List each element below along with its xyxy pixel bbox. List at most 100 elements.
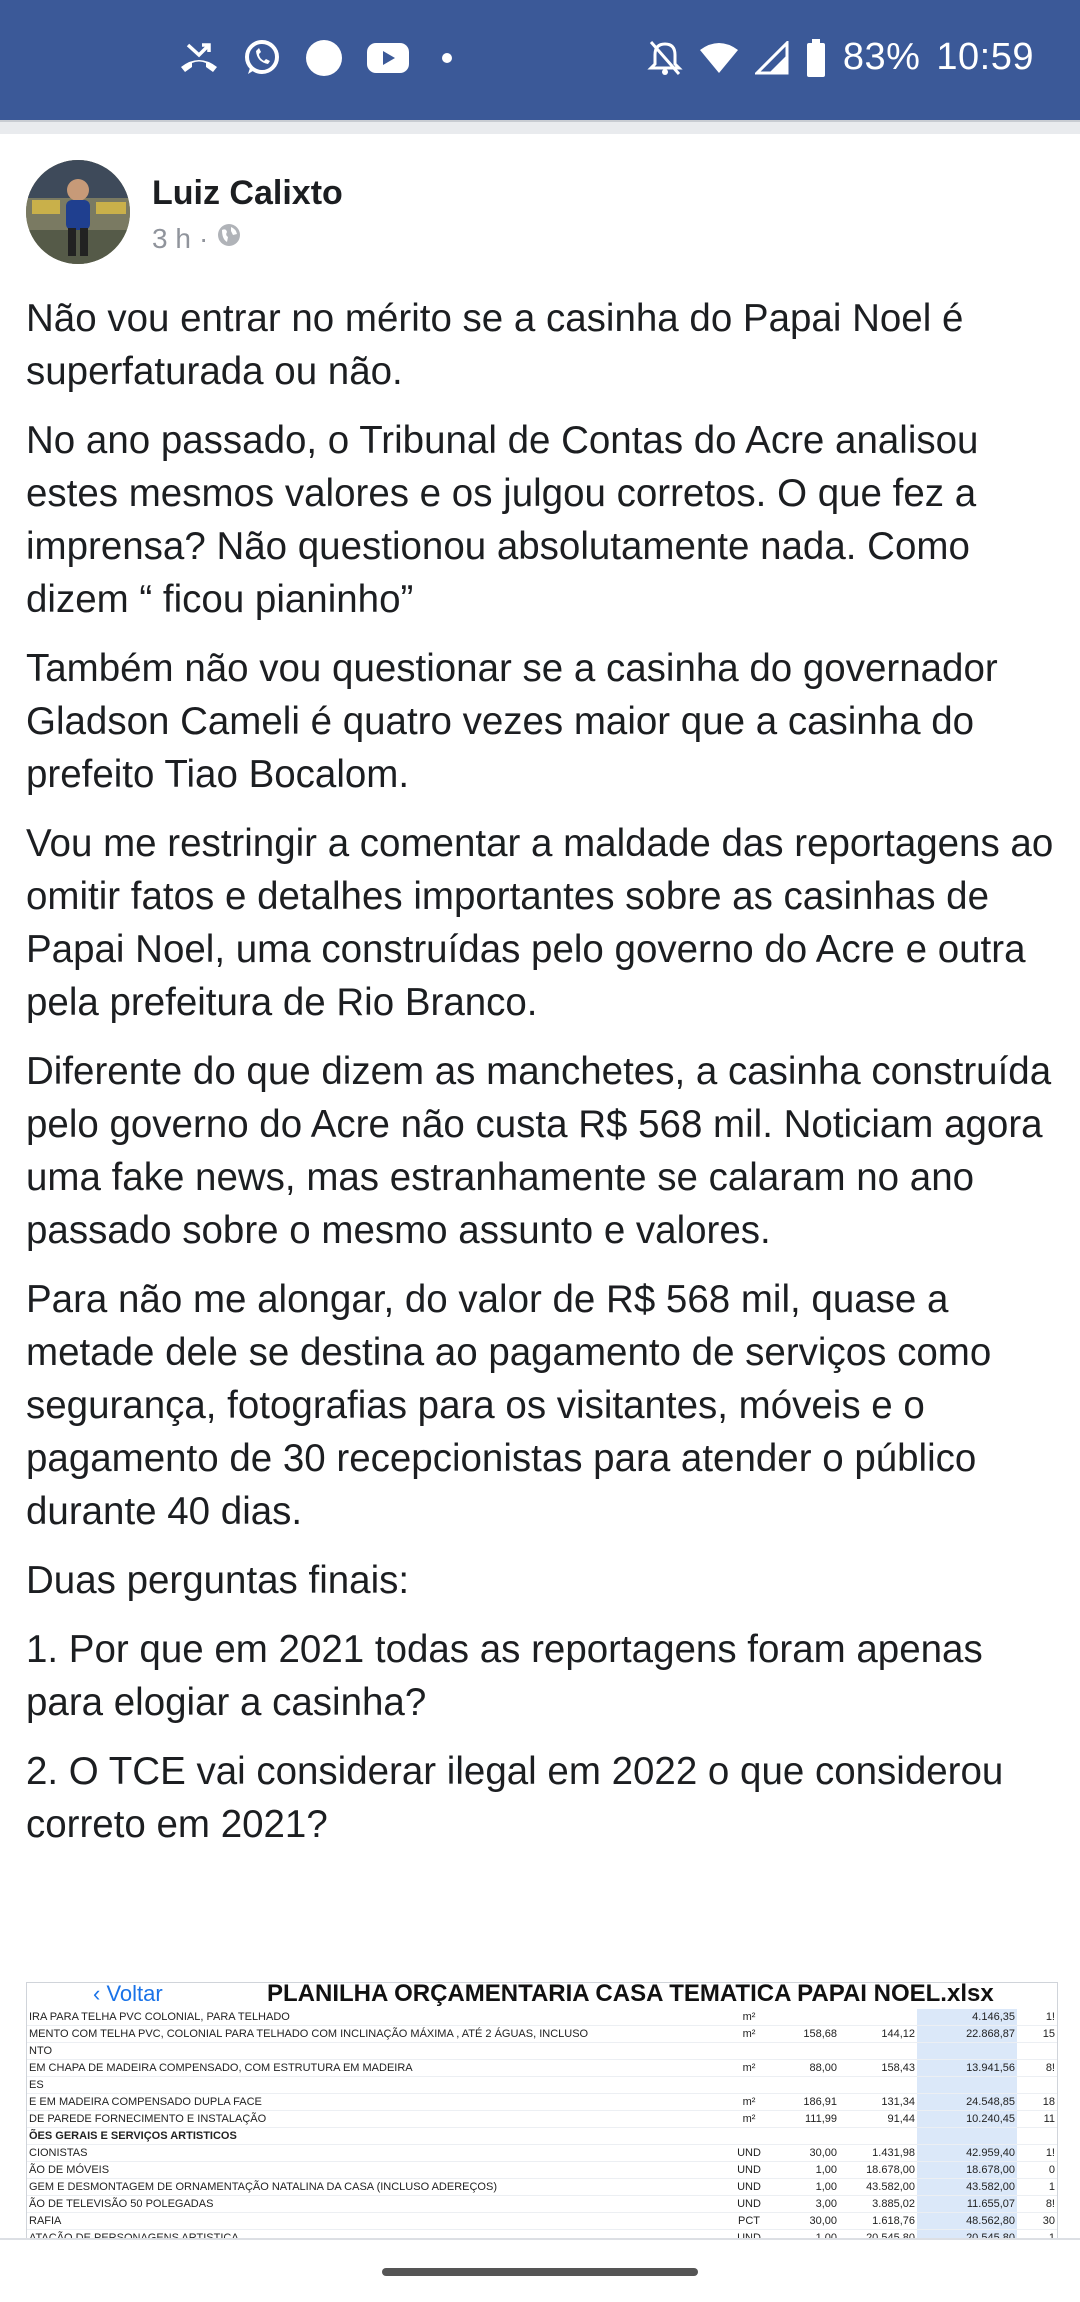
post-paragraph: Não vou entrar no mérito se a casinha do… <box>26 297 964 393</box>
cell-unit: UND <box>721 2195 777 2213</box>
cell-total <box>917 2042 1017 2060</box>
wifi-icon <box>699 41 739 75</box>
signal-icon <box>754 40 789 75</box>
spreadsheet-title: PLANILHA ORÇAMENTARIA CASA TEMATICA PAPA… <box>267 1982 994 2007</box>
spreadsheet-row: ÕES GERAIS E SERVIÇOS ARTISTICOS <box>27 2127 1057 2145</box>
cell-total: 43.582,00 <box>917 2178 1017 2196</box>
spreadsheet-row: ES <box>27 2076 1057 2094</box>
post-body: Não vou entrar no mérito se a casinha do… <box>26 292 1056 1867</box>
circle-icon <box>304 38 344 78</box>
spreadsheet-row: E EM MADEIRA COMPENSADO DUPLA FACE m² 186,… <box>27 2093 1057 2111</box>
post-paragraph: 1. Por que em 2021 todas as reportagens … <box>26 1628 983 1724</box>
spreadsheet-row: EM CHAPA DE MADEIRA COMPENSADO, COM ESTR… <box>27 2059 1057 2077</box>
feed-divider <box>0 120 1080 134</box>
avatar[interactable] <box>26 160 130 264</box>
status-bar: 83% 10:59 <box>0 0 1080 120</box>
post-meta: 3 h · <box>152 222 242 255</box>
author-name[interactable]: Luiz Calixto <box>152 174 343 213</box>
cell-description: NTO <box>27 2042 721 2060</box>
cell-description: ÃO DE MÓVEIS <box>27 2161 721 2179</box>
youtube-icon <box>366 41 410 75</box>
cell-total: 13.941,56 <box>917 2059 1017 2077</box>
system-status: 83% 10:59 <box>647 36 1034 79</box>
post-paragraph: Duas perguntas finais: <box>26 1559 410 1602</box>
cell-description: IRA PARA TELHA PVC COLONIAL, PARA TELHAD… <box>27 2009 721 2026</box>
cell-quantity <box>777 2076 839 2094</box>
cell-unit: UND <box>721 2161 777 2179</box>
cell-unit-price: 91,44 <box>839 2110 917 2128</box>
cell-total: 10.240,45 <box>917 2110 1017 2128</box>
cell-unit-price: 131,34 <box>839 2093 917 2111</box>
cell-description: EM CHAPA DE MADEIRA COMPENSADO, COM ESTR… <box>27 2059 721 2077</box>
cell-extra: 1 <box>1017 2178 1057 2196</box>
cell-extra: 8! <box>1017 2195 1057 2213</box>
spreadsheet-row: GEM E DESMONTAGEM DE ORNAMENTAÇÃO NATALI… <box>27 2178 1057 2196</box>
cell-description: E EM MADEIRA COMPENSADO DUPLA FACE <box>27 2093 721 2111</box>
cell-total: 4.146,35 <box>917 2009 1017 2026</box>
cell-quantity <box>777 2042 839 2060</box>
cell-unit-price: 158,43 <box>839 2059 917 2077</box>
cell-unit <box>721 2127 777 2145</box>
cell-unit-price <box>839 2127 917 2145</box>
cell-unit: m² <box>721 2110 777 2128</box>
cell-unit-price <box>839 2076 917 2094</box>
cell-extra: 15 <box>1017 2025 1057 2043</box>
spreadsheet-row: ÃO DE TELEVISÃO 50 POLEGADAS UND 3,00 3.885… <box>27 2195 1057 2213</box>
cell-total: 18.678,00 <box>917 2161 1017 2179</box>
cell-extra: 1! <box>1017 2144 1057 2162</box>
cell-description: ÕES GERAIS E SERVIÇOS ARTISTICOS <box>27 2127 721 2145</box>
cell-unit: UND <box>721 2144 777 2162</box>
post-paragraph: Para não me alongar, do valor de R$ 568 … <box>26 1278 992 1533</box>
cell-extra <box>1017 2042 1057 2060</box>
post-image-attachment[interactable]: ‹ Voltar PLANILHA ORÇAMENTARIA CASA TEMA… <box>26 1982 1058 2240</box>
clock: 10:59 <box>936 36 1034 78</box>
cell-total: 11.655,07 <box>917 2195 1017 2213</box>
cell-unit <box>721 2042 777 2060</box>
spreadsheet-row: DE PAREDE FORNECIMENTO E INSTALAÇÃO m² 111… <box>27 2110 1057 2128</box>
cell-total: 22.868,87 <box>917 2025 1017 2043</box>
cell-unit-price: 1.618,76 <box>839 2212 917 2230</box>
cell-quantity: 1,00 <box>777 2178 839 2196</box>
battery-icon <box>805 38 827 78</box>
cell-unit-price <box>839 2009 917 2026</box>
cell-quantity: 30,00 <box>777 2144 839 2162</box>
post-paragraph: No ano passado, o Tribunal de Contas do … <box>26 419 979 621</box>
cell-extra: 11 <box>1017 2110 1057 2128</box>
cell-extra <box>1017 2127 1057 2145</box>
cell-unit: PCT <box>721 2212 777 2230</box>
cell-quantity: 186,91 <box>777 2093 839 2111</box>
post-paragraph: Diferente do que dizem as manchetes, a c… <box>26 1050 1052 1252</box>
post-paragraph: 2. O TCE vai considerar ilegal em 2022 o… <box>26 1750 1004 1846</box>
gesture-handle[interactable] <box>382 2268 698 2276</box>
notification-icons <box>178 38 462 78</box>
spreadsheet-row: ÃO DE MÓVEIS UND 1,00 18.678,00 18.678,00 0 <box>27 2161 1057 2179</box>
cell-unit-price: 43.582,00 <box>839 2178 917 2196</box>
cell-extra: 8! <box>1017 2059 1057 2077</box>
missed-call-icon <box>178 41 220 75</box>
cell-unit: m² <box>721 2009 777 2026</box>
cell-unit-price: 18.678,00 <box>839 2161 917 2179</box>
cell-extra: 30 <box>1017 2212 1057 2230</box>
cell-quantity: 1,00 <box>777 2161 839 2179</box>
cell-quantity: 3,00 <box>777 2195 839 2213</box>
cell-total: 24.548,85 <box>917 2093 1017 2111</box>
dnd-bell-off-icon <box>647 39 683 77</box>
post-time[interactable]: 3 h <box>152 223 191 255</box>
spreadsheet-table: IRA PARA TELHA PVC COLONIAL, PARA TELHAD… <box>27 2009 1057 2239</box>
back-link: ‹ Voltar <box>93 1982 163 2006</box>
cell-quantity: 30,00 <box>777 2212 839 2230</box>
cell-unit: m² <box>721 2093 777 2111</box>
cell-description: RAFIA <box>27 2212 721 2230</box>
cell-total <box>917 2127 1017 2145</box>
cell-extra <box>1017 2076 1057 2094</box>
cell-quantity: 88,00 <box>777 2059 839 2077</box>
spreadsheet-row: RAFIA PCT 30,00 1.618,76 48.562,80 30 <box>27 2212 1057 2230</box>
cell-description: ÃO DE TELEVISÃO 50 POLEGADAS <box>27 2195 721 2213</box>
cell-unit: m² <box>721 2059 777 2077</box>
cell-extra: 0 <box>1017 2161 1057 2179</box>
cell-total <box>917 2076 1017 2094</box>
post-header: Luiz Calixto 3 h · <box>26 160 1056 270</box>
spreadsheet-header: ‹ Voltar PLANILHA ORÇAMENTARIA CASA TEMA… <box>27 1983 1057 2007</box>
cell-quantity <box>777 2009 839 2026</box>
post-paragraph: Também não vou questionar se a casinha d… <box>26 647 998 796</box>
